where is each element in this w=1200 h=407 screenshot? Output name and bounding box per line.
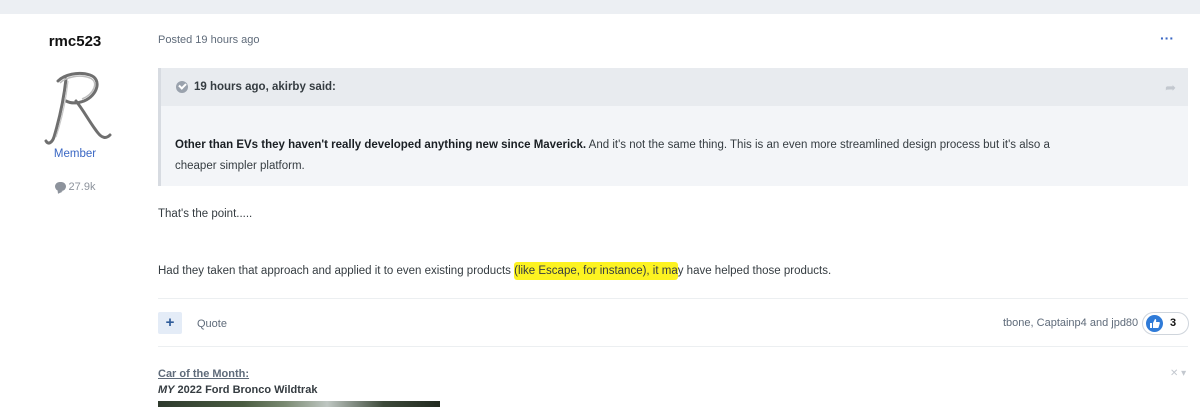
para2-text-after: y have helped those products. bbox=[677, 265, 832, 277]
ellipsis-icon[interactable]: ··· bbox=[1160, 30, 1174, 46]
post-count-value: 27.9k bbox=[68, 181, 96, 193]
share-icon[interactable]: ➦ bbox=[1165, 80, 1176, 96]
para2-text-before: Had they taken that approach and applied… bbox=[158, 265, 515, 277]
reaction-count: 3 bbox=[1170, 317, 1177, 329]
post-timestamp[interactable]: Posted 19 hours ago bbox=[158, 34, 260, 46]
signature-car: MY 2022 Ford Bronco Wildtrak bbox=[158, 384, 317, 396]
author-post-count: 27.9k bbox=[0, 181, 150, 193]
author-name[interactable]: rmc523 bbox=[0, 33, 150, 50]
quote-check-icon bbox=[176, 81, 188, 93]
post-paragraph-1: That's the point..... bbox=[158, 208, 253, 220]
quote-bold-text: Other than EVs they haven't really devel… bbox=[175, 139, 587, 151]
divider bbox=[158, 298, 1188, 299]
reaction-button[interactable]: 3 bbox=[1142, 312, 1189, 335]
comment-icon bbox=[54, 182, 66, 191]
top-band bbox=[0, 0, 1200, 14]
signature-prefix: MY bbox=[158, 384, 175, 396]
quote-citation[interactable]: 19 hours ago, akirby said: bbox=[194, 81, 336, 93]
quote-button[interactable]: Quote bbox=[197, 318, 227, 330]
quote-header: 19 hours ago, akirby said: ➦ bbox=[161, 68, 1188, 106]
multiquote-button[interactable]: + bbox=[158, 312, 182, 334]
close-signature-icon[interactable]: ✕ ▾ bbox=[1170, 368, 1186, 379]
post-paragraph-2: Had they taken that approach and applied… bbox=[158, 262, 832, 280]
thumbs-up-icon bbox=[1146, 315, 1163, 332]
signature-title[interactable]: Car of the Month: bbox=[158, 368, 249, 380]
reaction-users[interactable]: tbone, Captainp4 and jpd80 bbox=[1003, 317, 1138, 329]
highlighted-text: (like Escape, for instance), it ma bbox=[514, 262, 678, 280]
quote-text-line2: cheaper simpler platform. bbox=[175, 160, 305, 172]
quote-text-line1: And it's not the same thing. This is an … bbox=[586, 139, 1050, 151]
author-group[interactable]: Member bbox=[0, 148, 150, 160]
signature-car-name: 2022 Ford Bronco Wildtrak bbox=[174, 384, 318, 396]
author-panel: rmc523 Member 27.9k bbox=[0, 14, 150, 407]
avatar[interactable] bbox=[30, 61, 120, 151]
quote-body: Other than EVs they haven't really devel… bbox=[175, 135, 1165, 177]
signature-image bbox=[158, 401, 440, 407]
divider bbox=[158, 346, 1188, 347]
quote-block: 19 hours ago, akirby said: ➦ Other than … bbox=[158, 68, 1188, 186]
